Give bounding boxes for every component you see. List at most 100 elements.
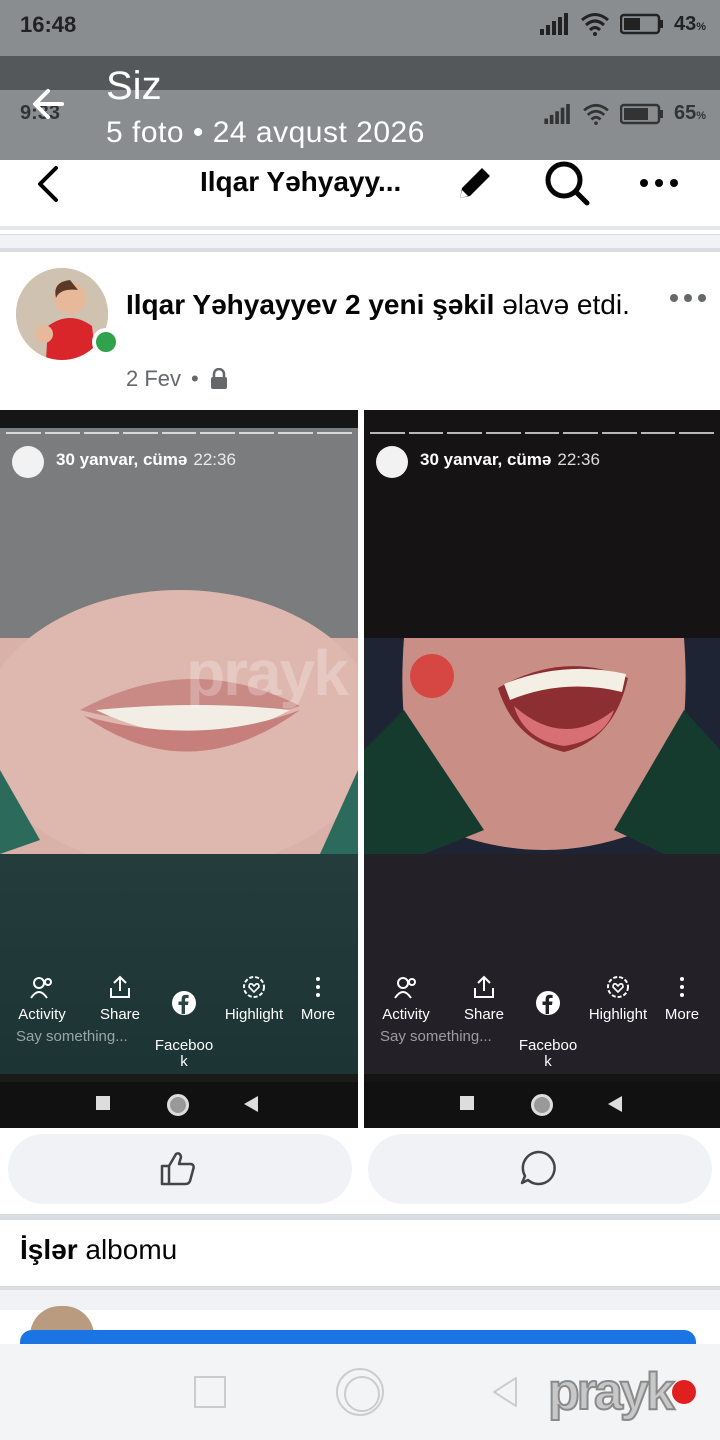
say-something: Say something... bbox=[380, 1028, 492, 1045]
battery-icon bbox=[619, 13, 663, 35]
activity-button[interactable]: Activity bbox=[370, 974, 442, 1023]
highlight-label: Highlight bbox=[588, 1006, 648, 1023]
status-time: 16:48 bbox=[20, 12, 77, 37]
share-icon bbox=[110, 975, 130, 998]
vertical-more-icon bbox=[680, 977, 684, 997]
gallery-back-icon[interactable] bbox=[28, 84, 68, 124]
share-icon bbox=[474, 975, 494, 998]
recents-button[interactable] bbox=[194, 1376, 226, 1408]
story-avatar bbox=[376, 446, 408, 478]
back-triangle-icon bbox=[244, 1096, 258, 1112]
post-more-icon[interactable] bbox=[668, 286, 708, 310]
page-title: Ilqar Yəhyayy... bbox=[200, 166, 402, 197]
share-button[interactable]: Share bbox=[448, 974, 520, 1023]
more-label: More bbox=[300, 1006, 336, 1023]
battery-percent: 43% bbox=[674, 13, 706, 36]
comment-button[interactable] bbox=[368, 1134, 712, 1204]
gallery-title: Siz bbox=[106, 64, 162, 108]
facebook-label: Faceboo k bbox=[518, 1037, 578, 1070]
facebook-button[interactable]: Faceboo k bbox=[148, 974, 220, 1070]
post-date[interactable]: 2 Fev bbox=[126, 366, 181, 392]
share-label: Share bbox=[99, 1006, 141, 1023]
signal-icon bbox=[544, 103, 570, 124]
back-icon[interactable] bbox=[32, 162, 64, 206]
signal-icon bbox=[539, 13, 568, 35]
lock-icon bbox=[210, 368, 227, 389]
album-title-bold: İşlər bbox=[20, 1234, 78, 1265]
post-meta: 2 Fev • bbox=[126, 366, 229, 392]
recents-icon bbox=[460, 1096, 474, 1110]
thumbs-up-icon bbox=[160, 1152, 195, 1186]
post-photo-1[interactable]: 30 yanvar, cümə 22:36 Activity Share Face… bbox=[0, 410, 358, 1128]
screen: 16:48 43% 9:33 65% Siz 5 foto • 24 avqus… bbox=[0, 0, 720, 1440]
highlight-icon bbox=[607, 976, 629, 998]
meta-separator: • bbox=[191, 366, 199, 391]
back-button[interactable] bbox=[488, 1374, 520, 1410]
home-icon bbox=[531, 1094, 553, 1116]
system-nav-bar: prayk bbox=[0, 1344, 720, 1440]
wifi-icon bbox=[581, 13, 609, 36]
activity-button[interactable]: Activity bbox=[6, 974, 78, 1023]
back-triangle-icon bbox=[608, 1096, 622, 1112]
status-bar: 16:48 43% bbox=[0, 0, 720, 56]
share-label: Share bbox=[463, 1006, 505, 1023]
album-title-rest: albomu bbox=[77, 1234, 178, 1265]
like-button[interactable] bbox=[8, 1134, 352, 1204]
watermark-logo-dot bbox=[672, 1380, 696, 1404]
facebook-icon bbox=[172, 991, 196, 1015]
app-bar: Ilqar Yəhyayy... bbox=[0, 160, 720, 230]
people-icon bbox=[394, 977, 416, 999]
more-label: More bbox=[664, 1006, 700, 1023]
battery-value: 43 bbox=[673, 12, 697, 35]
vertical-more-icon bbox=[316, 977, 320, 997]
post-highlight[interactable]: 2 yeni şəkil bbox=[345, 289, 494, 320]
photo-nav-bar bbox=[0, 1082, 358, 1128]
home-button[interactable] bbox=[336, 1368, 384, 1416]
divider bbox=[0, 234, 720, 252]
highlight-label: Highlight bbox=[224, 1006, 284, 1023]
search-icon[interactable] bbox=[542, 160, 592, 210]
comment-icon bbox=[520, 1150, 556, 1186]
more-icon[interactable] bbox=[636, 168, 682, 198]
say-something: Say something... bbox=[16, 1028, 128, 1045]
more-button[interactable]: More bbox=[282, 974, 354, 1023]
inner-status-icons: 65% bbox=[544, 102, 706, 125]
story-actions: Activity Share Faceboo k Highlight More bbox=[0, 974, 358, 1070]
post-author[interactable]: Ilqar Yəhyayyev bbox=[126, 289, 337, 320]
post-photo-2[interactable]: 30 yanvar, cümə 22:36 Activity Share Face… bbox=[364, 410, 720, 1128]
gallery-header: 9:33 65% Siz 5 foto • 24 avqust 2026 bbox=[0, 56, 720, 160]
battery-icon bbox=[619, 103, 663, 124]
battery-unit: % bbox=[696, 110, 706, 122]
post-header-text: Ilqar Yəhyayyev 2 yeni şəkil əlavə etdi. bbox=[126, 284, 646, 326]
more-button[interactable]: More bbox=[646, 974, 718, 1023]
highlight-icon bbox=[243, 976, 265, 998]
wifi-icon bbox=[583, 103, 609, 125]
battery-percent: 65% bbox=[674, 102, 706, 125]
story-time: 22:36 bbox=[193, 450, 236, 469]
watermark-text: prayk bbox=[186, 637, 349, 709]
edit-icon[interactable] bbox=[452, 160, 498, 206]
recents-icon bbox=[96, 1096, 110, 1110]
facebook-button[interactable]: Faceboo k bbox=[512, 974, 584, 1070]
story-date: 30 yanvar, cümə 22:36 bbox=[420, 450, 600, 470]
highlight-button[interactable]: Highlight bbox=[582, 974, 654, 1023]
activity-label: Activity bbox=[382, 1006, 430, 1023]
divider bbox=[0, 1286, 720, 1310]
facebook-icon bbox=[536, 991, 560, 1015]
divider bbox=[0, 1214, 720, 1220]
story-date-text: 30 yanvar, cümə bbox=[420, 450, 552, 469]
watermark-logo: prayk bbox=[547, 1362, 676, 1422]
battery-value: 65 bbox=[673, 102, 697, 124]
story-progress bbox=[370, 432, 715, 434]
story-date: 30 yanvar, cümə 22:36 bbox=[56, 450, 236, 470]
highlight-button[interactable]: Highlight bbox=[218, 974, 290, 1023]
story-time: 22:36 bbox=[557, 450, 600, 469]
online-indicator bbox=[92, 328, 120, 356]
story-avatar bbox=[12, 446, 44, 478]
story-progress bbox=[6, 432, 353, 434]
activity-label: Activity bbox=[18, 1006, 66, 1023]
battery-unit: % bbox=[696, 20, 706, 33]
album-title[interactable]: İşlər albomu bbox=[20, 1234, 177, 1266]
photo-nav-bar bbox=[364, 1082, 720, 1128]
share-button[interactable]: Share bbox=[84, 974, 156, 1023]
